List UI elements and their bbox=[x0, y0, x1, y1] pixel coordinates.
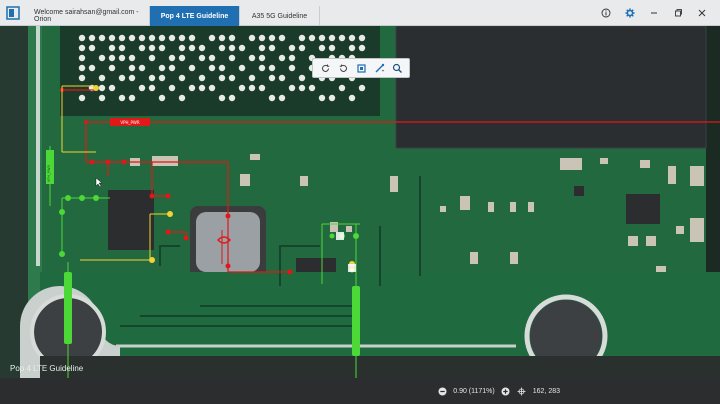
board-name-label: Pop 4 LTE Guideline bbox=[10, 364, 84, 373]
tab-welcome-label: Welcome sairahsan@gmail.com - Orion bbox=[34, 9, 139, 23]
tab-a35-5g[interactable]: A35 5G Guideline bbox=[240, 6, 320, 26]
pcb-board-image[interactable]: VPH_PWR VPH_PWR bbox=[0, 26, 720, 378]
status-bar: 0.90 (1171%) 162, 283 bbox=[0, 378, 720, 404]
board-viewer-canvas[interactable]: VPH_PWR VPH_PWR bbox=[0, 26, 720, 378]
search-icon[interactable] bbox=[389, 60, 405, 76]
rotate-left-icon[interactable] bbox=[317, 60, 333, 76]
tab-welcome[interactable]: Welcome sairahsan@gmail.com - Orion bbox=[26, 6, 150, 26]
cursor-coordinates: 162, 283 bbox=[532, 387, 560, 395]
tab-pop4-lte[interactable]: Pop 4 LTE Guideline bbox=[150, 6, 240, 26]
close-button[interactable] bbox=[690, 0, 714, 26]
zoom-level: 0.90 (1171%) bbox=[453, 387, 495, 395]
zoom-in-button[interactable] bbox=[501, 386, 511, 396]
fit-view-icon[interactable] bbox=[353, 60, 369, 76]
tab-pop4-lte-label: Pop 4 LTE Guideline bbox=[160, 12, 229, 20]
view-toolbar bbox=[312, 58, 410, 78]
zoom-out-button[interactable] bbox=[437, 386, 447, 396]
net-label-vertical: VPH_PWR bbox=[47, 165, 51, 182]
minimize-button[interactable] bbox=[642, 0, 666, 26]
rotate-right-icon[interactable] bbox=[335, 60, 351, 76]
orion-app-window: Welcome sairahsan@gmail.com - Orion Pop … bbox=[0, 0, 720, 404]
restore-button[interactable] bbox=[666, 0, 690, 26]
tab-a35-5g-label: A35 5G Guideline bbox=[251, 12, 308, 20]
net-label-vph-pwr: VPH_PWR bbox=[120, 120, 140, 125]
settings-gear-icon[interactable] bbox=[618, 0, 642, 26]
crosshair-icon bbox=[517, 386, 527, 396]
window-controls bbox=[594, 0, 720, 25]
title-bar: Welcome sairahsan@gmail.com - Orion Pop … bbox=[0, 0, 720, 26]
info-icon[interactable] bbox=[594, 0, 618, 26]
app-logo-icon bbox=[0, 0, 26, 26]
measure-tool-icon[interactable] bbox=[371, 60, 387, 76]
